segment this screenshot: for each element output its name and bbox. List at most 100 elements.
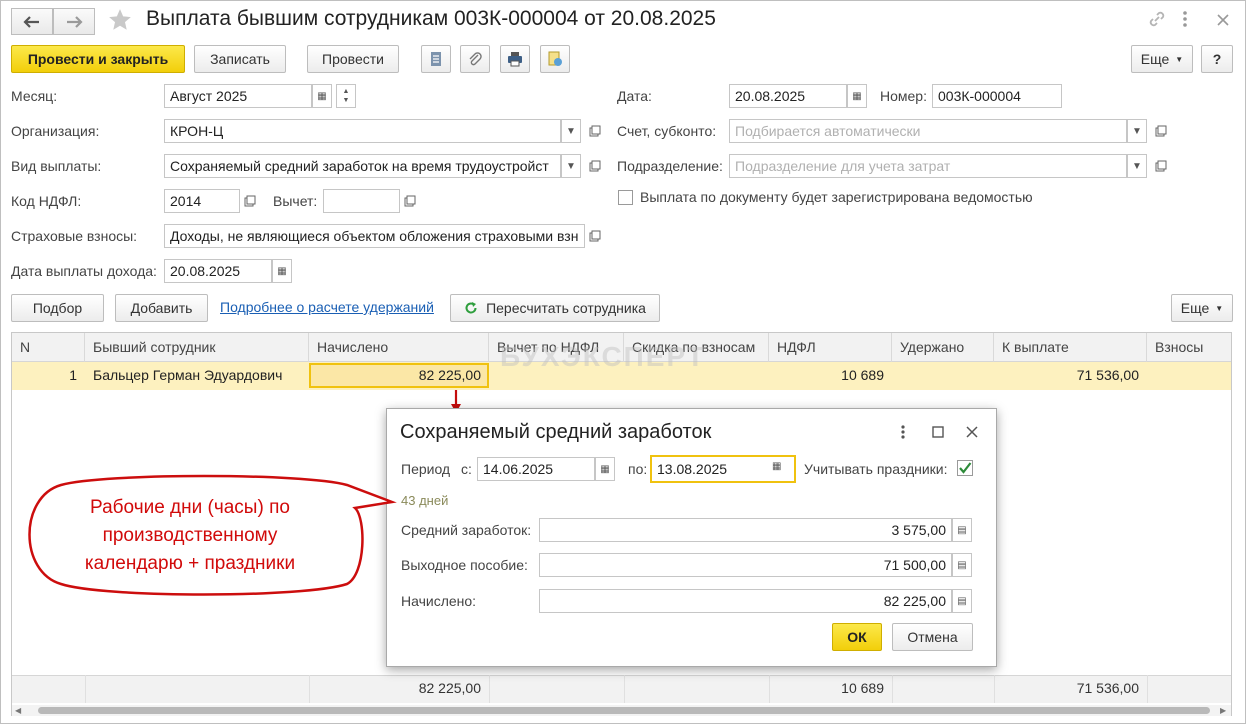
organization-dropdown-button[interactable]: ▼ — [561, 119, 581, 143]
post-and-close-button[interactable]: Провести и закрыть — [11, 45, 185, 73]
number-field[interactable]: 003К-000004 — [932, 84, 1062, 108]
organization-field[interactable]: КРОН-Ц — [164, 119, 561, 143]
callout-line-2: производственному — [102, 525, 278, 546]
add-button[interactable]: Добавить — [115, 294, 208, 322]
recalculate-label: Пересчитать сотрудника — [486, 300, 646, 316]
open-form-icon — [1155, 160, 1167, 172]
row-number: 1 — [69, 367, 77, 383]
recalculate-employee-button[interactable]: Пересчитать сотрудника — [450, 294, 660, 322]
ndfl-code-field[interactable]: 2014 — [164, 189, 240, 213]
more-label: Еще — [1140, 51, 1170, 67]
spin-down-icon: ▼ — [342, 97, 350, 104]
month-calendar-button[interactable]: ▦ — [312, 84, 332, 108]
date-calendar-button[interactable]: ▦ — [847, 84, 867, 108]
table-more-button[interactable]: Еще ▼ — [1171, 294, 1233, 322]
print-button[interactable] — [500, 45, 530, 73]
column-header-n[interactable]: N — [12, 333, 85, 362]
open-form-icon — [404, 195, 416, 207]
pay-date-calendar-button[interactable]: ▦ — [272, 259, 292, 283]
deduction-open-button[interactable] — [400, 189, 420, 213]
dialog-accrued-label: Начислено: — [401, 593, 477, 609]
average-earnings-field[interactable]: 3 575,00 — [539, 518, 952, 542]
holidays-checkbox[interactable] — [957, 460, 973, 476]
period-to-calendar-button[interactable]: ▦ — [772, 461, 781, 472]
forward-button[interactable] — [53, 8, 95, 35]
select-button[interactable]: Подбор — [11, 294, 104, 322]
holidays-label: Учитывать праздники: — [804, 461, 948, 477]
calculator-icon: ▤ — [957, 595, 967, 607]
statement-checkbox-label: Выплата по документу будет зарегистриров… — [640, 189, 1033, 205]
column-header-withheld[interactable]: Удержано — [892, 333, 994, 362]
insurance-open-button[interactable] — [585, 224, 605, 248]
column-header-employee[interactable]: Бывший сотрудник — [85, 333, 309, 362]
column-divider — [489, 675, 490, 703]
window-menu-button[interactable] — [1182, 9, 1188, 34]
row-withheld — [892, 362, 994, 390]
dropdown-arrow-icon: ▼ — [1215, 303, 1224, 313]
column-header-to-pay[interactable]: К выплате — [994, 333, 1147, 362]
column-header-contributions[interactable]: Взносы — [1147, 333, 1231, 362]
organization-open-button[interactable] — [585, 119, 605, 143]
scrollbar-thumb[interactable] — [38, 707, 1210, 714]
department-open-button[interactable] — [1151, 154, 1171, 178]
average-earnings-calc-button[interactable]: ▤ — [952, 518, 972, 542]
pay-type-dropdown-button[interactable]: ▼ — [561, 154, 581, 178]
period-from-calendar-button[interactable]: ▦ — [595, 457, 615, 481]
date-field[interactable]: 20.08.2025 — [729, 84, 847, 108]
save-button[interactable]: Записать — [194, 45, 286, 73]
dialog-accrued-calc-button[interactable]: ▤ — [952, 589, 972, 613]
post-button[interactable]: Провести — [307, 45, 399, 73]
pay-type-open-button[interactable] — [585, 154, 605, 178]
department-field[interactable]: Подразделение для учета затрат — [729, 154, 1127, 178]
account-open-button[interactable] — [1151, 119, 1171, 143]
account-dropdown-button[interactable]: ▼ — [1127, 119, 1147, 143]
month-field[interactable]: Август 2025 — [164, 84, 312, 108]
open-form-icon — [244, 195, 256, 207]
withholding-details-link[interactable]: Подробнее о расчете удержаний — [220, 299, 434, 315]
window-close-button[interactable] — [1216, 11, 1230, 32]
favorite-button[interactable] — [107, 7, 133, 36]
report-icon — [548, 51, 562, 66]
column-header-accrued[interactable]: Начислено — [309, 333, 489, 362]
cancel-button[interactable]: Отмена — [892, 623, 973, 651]
dropdown-arrow-icon: ▼ — [1132, 160, 1142, 172]
more-button[interactable]: Еще ▼ — [1131, 45, 1193, 73]
month-label: Месяц: — [11, 88, 58, 104]
insurance-field[interactable]: Доходы, не являющиеся объектом обложения… — [164, 224, 585, 248]
pay-date-field[interactable]: 20.08.2025 — [164, 259, 272, 283]
severance-field[interactable]: 71 500,00 — [539, 553, 952, 577]
help-button[interactable]: ? — [1201, 45, 1233, 73]
paperclip-icon — [469, 52, 482, 66]
month-spin-button[interactable]: ▲ ▼ — [336, 84, 356, 108]
attach-file-button[interactable] — [460, 45, 490, 73]
dialog-menu-button[interactable] — [900, 424, 906, 443]
ndfl-code-open-button[interactable] — [240, 189, 260, 213]
register-movements-button[interactable] — [421, 45, 451, 73]
scroll-right-icon[interactable]: ▶ — [1220, 706, 1226, 715]
date-label: Дата: — [617, 88, 652, 104]
column-header-ndfl[interactable]: НДФЛ — [769, 333, 892, 362]
severance-calc-button[interactable]: ▤ — [952, 553, 972, 577]
statement-checkbox[interactable] — [618, 190, 633, 205]
department-dropdown-button[interactable]: ▼ — [1127, 154, 1147, 178]
column-divider — [85, 675, 86, 703]
account-field[interactable]: Подбирается автоматически — [729, 119, 1127, 143]
pay-type-field[interactable]: Сохраняемый средний заработок на время т… — [164, 154, 561, 178]
dialog-maximize-button[interactable] — [932, 425, 944, 441]
dialog-close-button[interactable] — [966, 425, 978, 441]
ok-button[interactable]: ОК — [832, 623, 882, 651]
kebab-icon — [901, 425, 905, 439]
deduction-field[interactable] — [323, 189, 400, 213]
link-button[interactable] — [1147, 9, 1167, 34]
dropdown-arrow-icon: ▼ — [1175, 54, 1184, 64]
table-more-label: Еще — [1180, 300, 1210, 316]
total-to-pay: 71 536,00 — [1076, 680, 1139, 696]
row-accrued: 82 225,00 — [418, 367, 481, 383]
period-from-field[interactable]: 14.06.2025 — [477, 457, 595, 481]
back-button[interactable] — [11, 8, 53, 35]
scroll-left-icon[interactable]: ◀ — [15, 706, 21, 715]
report-button[interactable] — [540, 45, 570, 73]
dialog-accrued-field[interactable]: 82 225,00 — [539, 589, 952, 613]
document-list-icon — [431, 52, 441, 66]
dropdown-arrow-icon: ▼ — [1132, 125, 1142, 137]
